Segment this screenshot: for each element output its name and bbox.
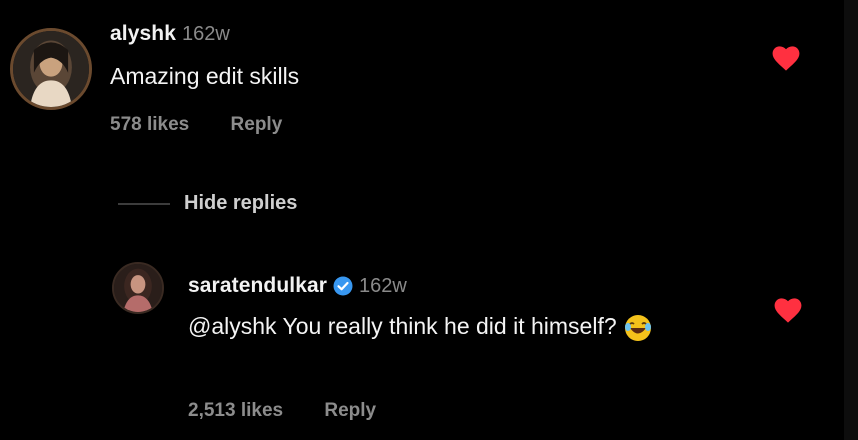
heart-icon[interactable] [772, 46, 800, 72]
heart-icon[interactable] [774, 298, 802, 324]
likes-count[interactable]: 2,513 likes [188, 400, 283, 421]
reply-button[interactable]: Reply [324, 400, 376, 421]
screen-edge [844, 0, 858, 440]
username[interactable]: alyshk [110, 22, 176, 46]
comment-meta: 578 likes Reply [110, 114, 282, 136]
timestamp: 162w [181, 22, 230, 45]
comment-text-content: @alyshk You really think he did it himse… [188, 313, 617, 339]
hide-replies-toggle[interactable]: Hide replies [118, 192, 297, 215]
divider-line [118, 202, 170, 205]
verified-badge-icon [333, 276, 353, 296]
laughing-crying-emoji-icon [623, 313, 653, 343]
comment-alyshk: alyshk 162w Amazing edit skills 578 like… [10, 14, 840, 164]
avatar[interactable] [10, 28, 92, 110]
likes-count[interactable]: 578 likes [110, 114, 189, 135]
profile-photo-icon [13, 31, 89, 107]
reply-button[interactable]: Reply [231, 114, 283, 135]
hide-replies-label: Hide replies [184, 192, 298, 214]
profile-photo-icon [114, 264, 162, 312]
avatar[interactable] [112, 262, 164, 314]
comment-meta: 2,513 likes Reply [188, 400, 376, 422]
comment-header: saratendulkar 162w [188, 274, 407, 298]
comment-text: Amazing edit skills [110, 63, 300, 89]
username[interactable]: saratendulkar [188, 274, 327, 298]
timestamp: 162w [359, 274, 407, 297]
comment-text: @alyshk You really think he did it himse… [188, 310, 708, 343]
comment-saratendulkar: saratendulkar 162w @alyshk You really th… [112, 262, 832, 440]
comment-header: alyshk 162w [110, 22, 230, 46]
